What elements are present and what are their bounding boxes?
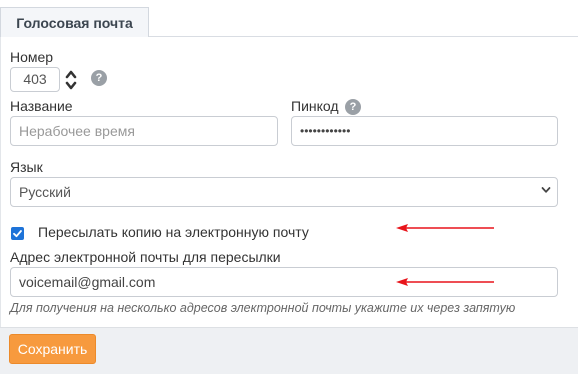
language-select[interactable]: Русский: [10, 177, 558, 207]
pin-help-icon[interactable]: ?: [345, 99, 361, 115]
form-footer: Сохранить: [0, 327, 578, 374]
red-arrow-icon: [396, 224, 494, 232]
name-field[interactable]: Нерабочее время: [10, 116, 278, 146]
tab-voicemail[interactable]: Голосовая почта: [0, 7, 149, 38]
number-label: Номер: [10, 49, 54, 65]
pin-field[interactable]: ••••••••••••: [291, 116, 558, 146]
red-arrow-icon: [396, 278, 494, 286]
checkmark-icon: [13, 230, 22, 238]
voicemail-form: Номер 403 ? Название Нерабочее время Пин…: [0, 37, 578, 374]
tab-bar: Голосовая почта: [0, 0, 578, 38]
language-selected-value: Русский: [19, 184, 71, 200]
forward-checkbox[interactable]: [11, 227, 24, 240]
language-label: Язык: [10, 159, 43, 175]
save-button[interactable]: Сохранить: [9, 334, 96, 364]
number-spinner-icon[interactable]: [65, 69, 77, 91]
chevron-down-icon: [541, 187, 551, 193]
pin-label: Пинкод: [291, 98, 339, 114]
name-label: Название: [10, 98, 73, 114]
forward-label[interactable]: Пересылать копию на электронную почту: [38, 224, 309, 240]
number-help-icon[interactable]: ?: [91, 70, 107, 86]
number-field[interactable]: 403: [10, 67, 60, 92]
email-label: Адрес электронной почты для пересылки: [10, 249, 281, 265]
email-hint: Для получения на несколько адресов элект…: [10, 301, 516, 315]
